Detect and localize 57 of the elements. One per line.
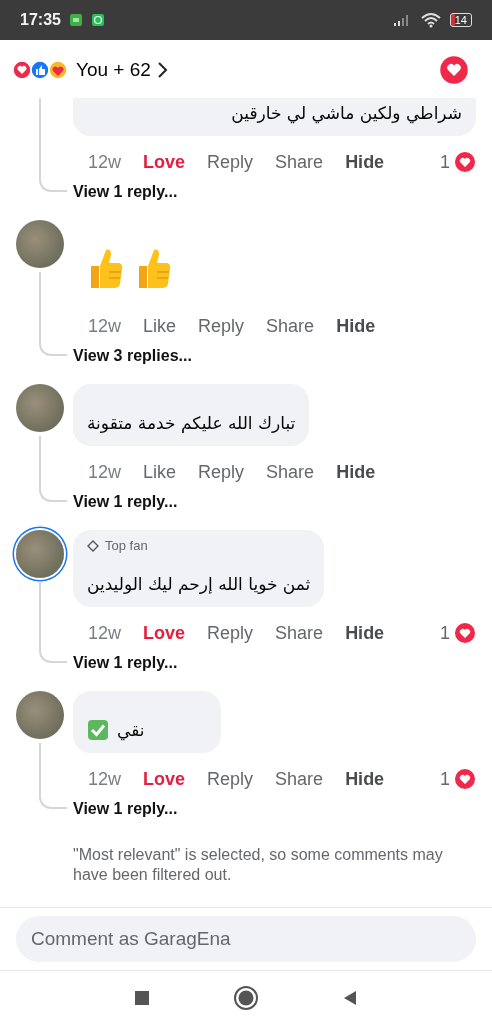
avatar[interactable] xyxy=(16,220,64,268)
comment-action[interactable]: Hide xyxy=(345,622,385,644)
home-button[interactable] xyxy=(233,984,259,1011)
comment-text: تبارك الله عليكم خدمة متقونة xyxy=(87,412,296,435)
view-replies-link[interactable]: View 1 reply... xyxy=(73,488,178,516)
wifi-icon xyxy=(419,12,442,28)
comment-action[interactable]: Hide xyxy=(336,315,376,337)
comment-time: 12w xyxy=(88,622,122,644)
comment-time: 12w xyxy=(88,768,122,790)
comment-action[interactable]: Reply xyxy=(198,461,245,483)
comment-time: 12w xyxy=(88,315,122,337)
comment-action[interactable]: Share xyxy=(275,768,324,790)
notification-icon xyxy=(68,13,83,27)
comment-action[interactable]: Reply xyxy=(198,315,245,337)
react-button[interactable]: Like xyxy=(143,461,177,483)
reaction-count: 1 xyxy=(440,768,450,790)
comment-action[interactable]: Share xyxy=(275,151,324,173)
comment-action[interactable]: Reply xyxy=(207,622,254,644)
top-fan-label: Top fan xyxy=(105,538,148,553)
comment-action[interactable]: Share xyxy=(266,315,315,337)
comment-action[interactable]: Hide xyxy=(336,461,376,483)
comment-action[interactable]: Share xyxy=(275,622,324,644)
love-reaction-button[interactable] xyxy=(440,56,468,84)
filter-notice: "Most relevant" is selected, so some comments may have been filtered out. xyxy=(73,845,444,885)
avatar[interactable] xyxy=(16,691,64,739)
comment-action[interactable]: Hide xyxy=(345,151,385,173)
view-replies-link[interactable]: View 1 reply... xyxy=(73,178,178,206)
comment-time: 12w xyxy=(88,151,122,173)
diamond-icon xyxy=(87,539,99,552)
view-replies-link[interactable]: View 1 reply... xyxy=(73,649,178,677)
thread-line xyxy=(39,743,67,809)
react-button[interactable]: Love xyxy=(143,151,186,173)
check-mark-icon xyxy=(87,719,109,741)
comment-action[interactable]: Hide xyxy=(345,768,385,790)
comment-text: ثمن خويا الله إرحم ليك الوليدين xyxy=(87,573,311,596)
comment-action[interactable]: Reply xyxy=(207,768,254,790)
comment-time: 12w xyxy=(88,461,122,483)
thread-line xyxy=(39,436,67,502)
reaction-count: 1 xyxy=(440,151,450,173)
view-replies-link[interactable]: View 3 replies... xyxy=(73,342,192,370)
react-button[interactable]: Love xyxy=(143,622,186,644)
chat-icon xyxy=(90,13,105,27)
view-replies-link[interactable]: View 1 reply... xyxy=(73,795,178,823)
comment-input[interactable]: Comment as GaragEna xyxy=(16,916,476,962)
avatar[interactable] xyxy=(16,530,64,578)
comment-text: شراطي ولكين ماشي لي خارقين xyxy=(230,102,462,126)
clock: 17:35 xyxy=(20,11,61,29)
avatar[interactable] xyxy=(16,384,64,432)
react-button[interactable]: Like xyxy=(143,315,177,337)
recents-button[interactable] xyxy=(133,988,151,1007)
comment-action[interactable]: Reply xyxy=(207,151,254,173)
comment-action[interactable]: Share xyxy=(266,461,315,483)
react-button[interactable]: Love xyxy=(143,768,186,790)
battery-indicator: 14 xyxy=(449,13,472,27)
reaction-summary[interactable]: You + 62 xyxy=(76,59,151,81)
comment-text: نقي xyxy=(117,719,145,743)
reaction-count: 1 xyxy=(440,622,450,644)
